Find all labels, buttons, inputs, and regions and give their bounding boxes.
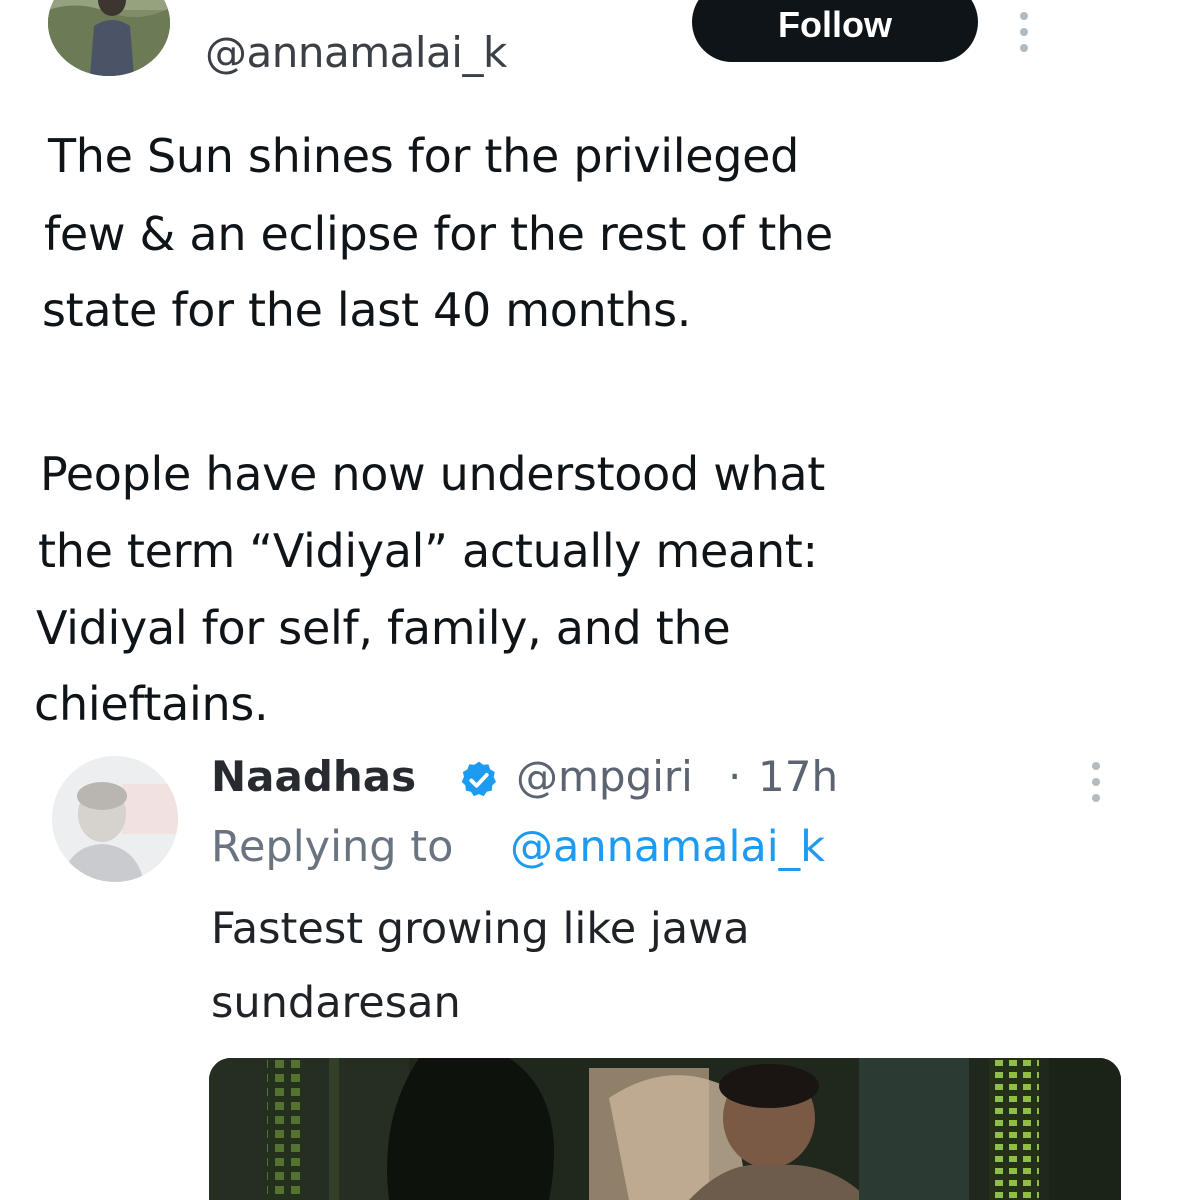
- tweet-text-line: People have now understood what: [40, 447, 826, 501]
- author-avatar[interactable]: [48, 0, 170, 76]
- media-frame: [209, 1058, 1121, 1200]
- tweet-text-line: state for the last 40 months.: [42, 283, 692, 337]
- reply-text-line: sundaresan: [211, 978, 461, 1028]
- more-vertical-icon[interactable]: [1014, 12, 1036, 52]
- tweet-text-line: The Sun shines for the privileged: [48, 129, 800, 183]
- tweet-text-line: chieftains.: [34, 677, 269, 731]
- follow-button-label: Follow: [778, 4, 892, 45]
- reply-author-handle[interactable]: @mpgiri: [516, 752, 693, 801]
- reply-text-line: Fastest growing like jawa: [211, 904, 750, 954]
- meta-separator: ·: [728, 752, 742, 801]
- reply-author-avatar[interactable]: [52, 756, 178, 882]
- reply-timestamp[interactable]: 17h: [758, 752, 838, 801]
- more-vertical-icon[interactable]: [1086, 762, 1108, 802]
- reply-avatar-image: [52, 756, 178, 882]
- tweet-text-line: few & an eclipse for the rest of the: [44, 207, 833, 261]
- author-avatar-image: [48, 0, 170, 76]
- author-handle[interactable]: @annamalai_k: [205, 28, 507, 77]
- replying-to-link[interactable]: @annamalai_k: [510, 822, 825, 872]
- reply-author-name[interactable]: Naadhas: [211, 752, 416, 801]
- follow-button[interactable]: Follow: [692, 0, 978, 62]
- verified-badge-icon: [458, 759, 500, 801]
- replying-to-label: Replying to: [211, 822, 454, 872]
- reply-media-image[interactable]: [209, 1058, 1121, 1200]
- tweet-text-line: Vidiyal for self, family, and the: [36, 601, 731, 655]
- tweet-text-line: the term “Vidiyal” actually meant:: [38, 524, 818, 578]
